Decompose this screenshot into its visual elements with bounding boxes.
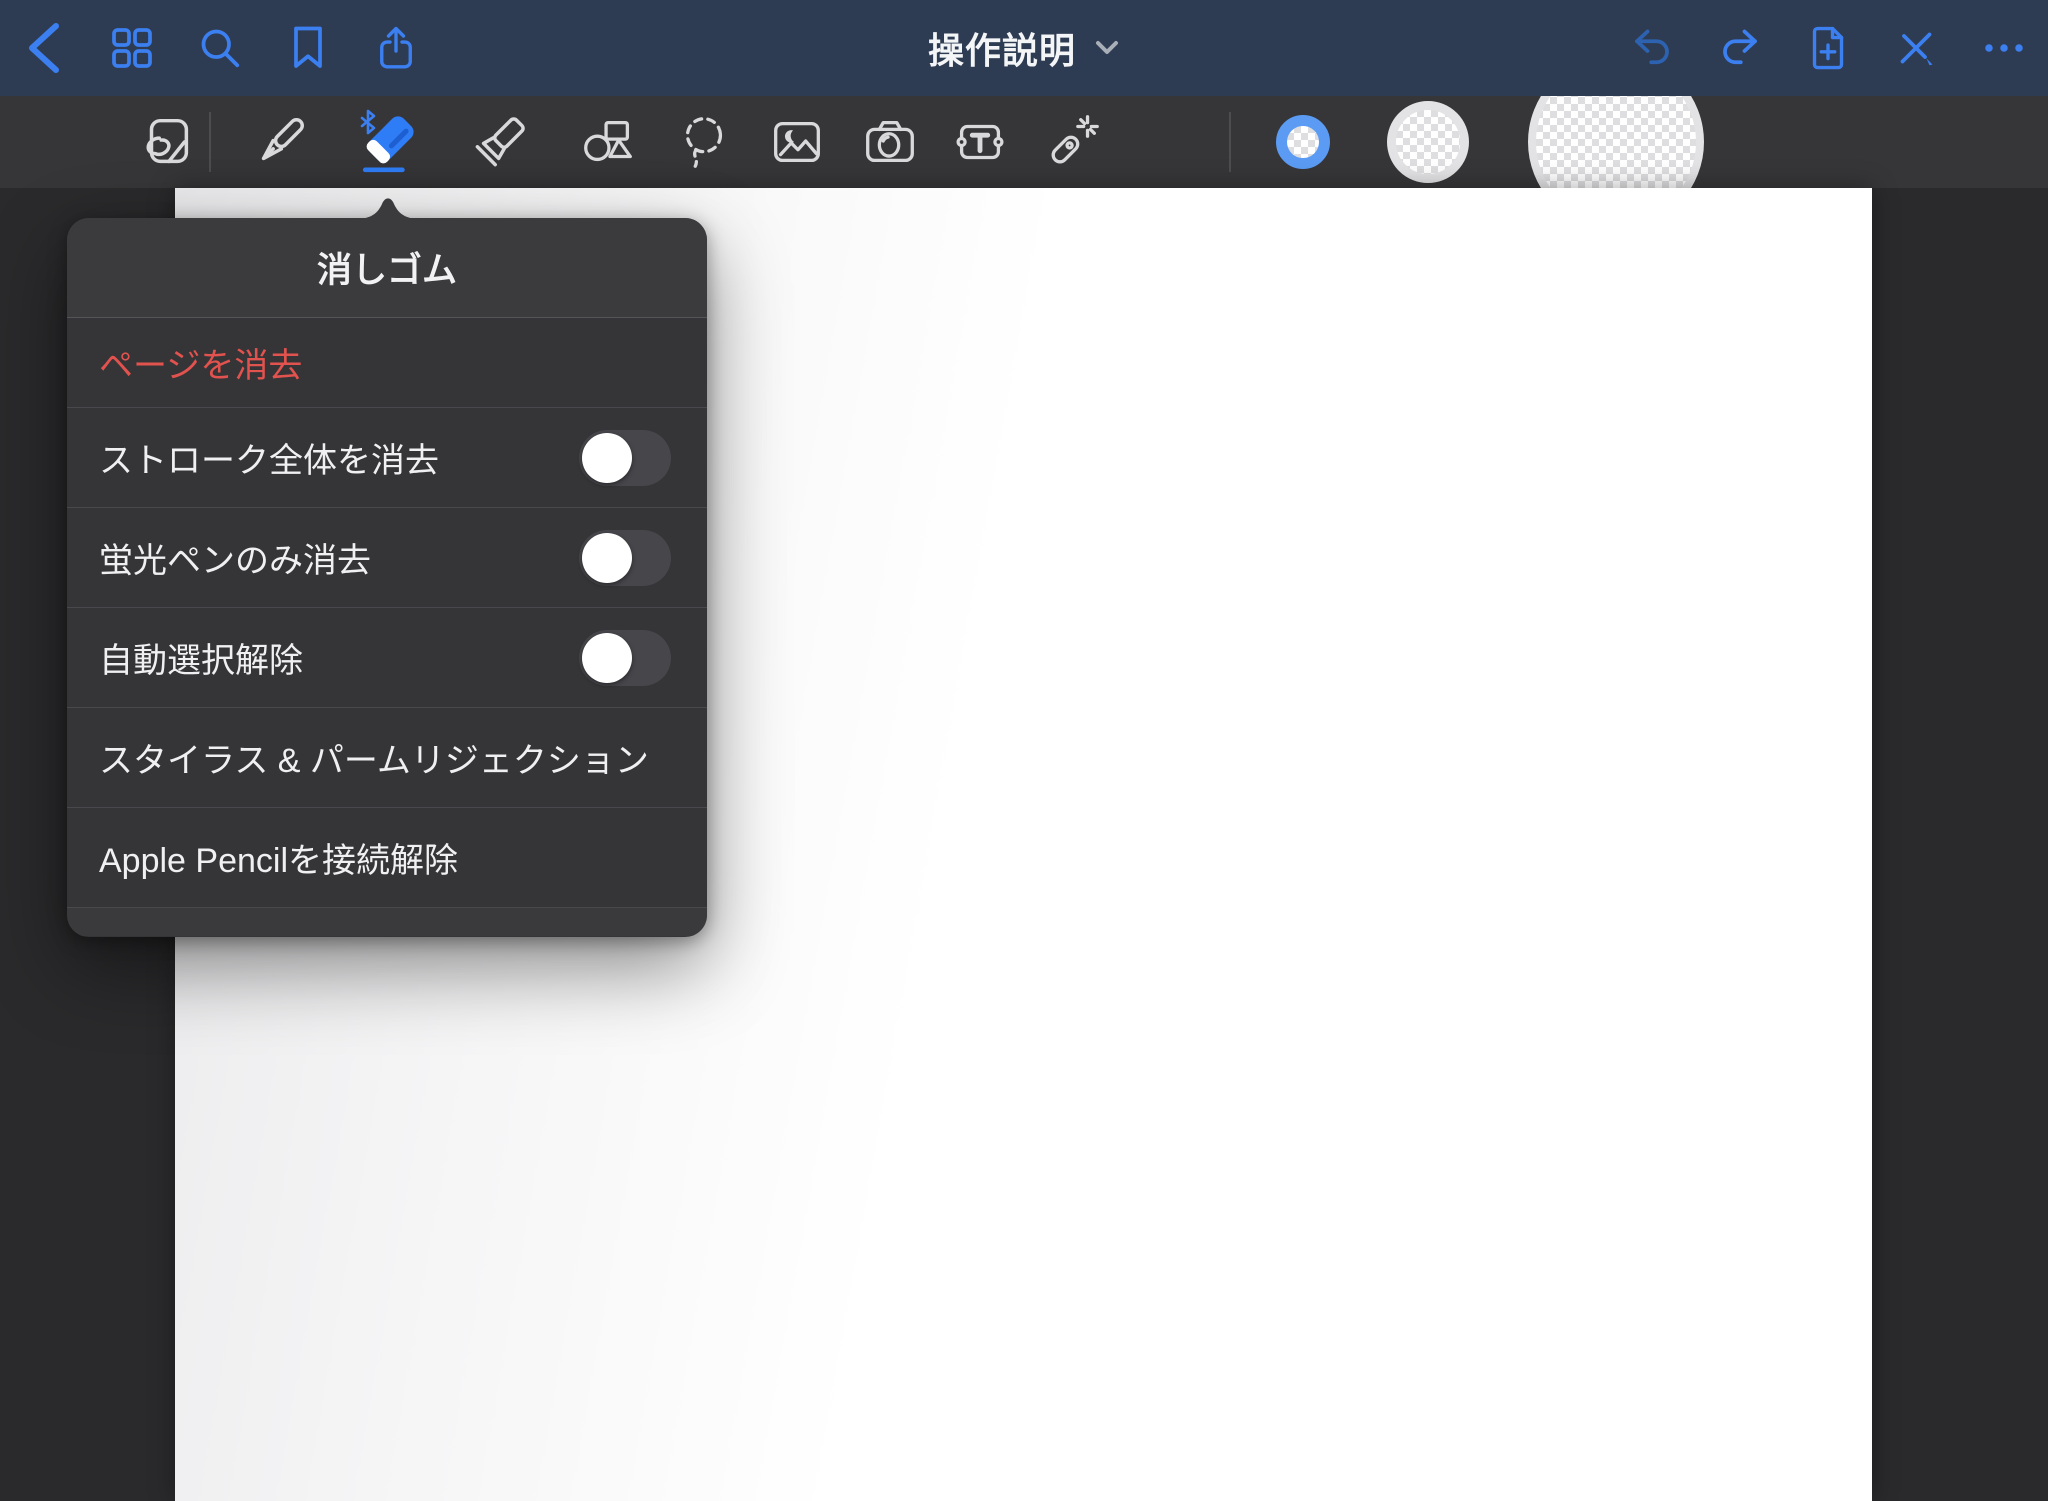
menu-item-auto-deselect[interactable]: 自動選択解除 — [67, 607, 707, 707]
scroll-page-icon — [136, 111, 198, 173]
menu-item-stylus-palm-rejection[interactable]: スタイラス & パームリジェクション — [67, 707, 707, 807]
eraser-size-small-selected[interactable] — [1276, 115, 1330, 169]
bluetooth-icon — [359, 109, 377, 135]
erase-highlighter-only-toggle-off[interactable] — [579, 530, 671, 586]
menu-item-erase-page[interactable]: ページを消去 — [67, 318, 707, 407]
document-title-button[interactable]: 操作説明 — [928, 0, 1120, 96]
tool-image[interactable] — [764, 109, 830, 175]
tool-camera[interactable] — [857, 109, 923, 175]
pencil-cross-icon — [1892, 22, 1940, 74]
tool-lasso[interactable] — [670, 109, 736, 175]
popup-arrow — [355, 191, 421, 219]
ellipsis-icon — [1980, 22, 2028, 74]
tool-shapes[interactable] — [575, 109, 641, 175]
laser-pointer-icon — [1042, 111, 1104, 173]
tool-laser-pointer[interactable] — [1040, 109, 1106, 175]
toggle-knob — [582, 633, 632, 683]
toolbar-separator — [1229, 112, 1231, 172]
back-button[interactable] — [20, 18, 68, 78]
more-options-button[interactable] — [1980, 18, 2028, 78]
bookmark-button[interactable] — [284, 18, 332, 78]
chevron-down-icon — [1094, 39, 1120, 57]
text-icon — [949, 111, 1011, 173]
toggle-knob — [582, 533, 632, 583]
redo-button[interactable] — [1716, 18, 1764, 78]
search-icon — [196, 22, 244, 74]
undo-button[interactable] — [1628, 18, 1676, 78]
tool-text[interactable] — [947, 109, 1013, 175]
undo-icon — [1628, 22, 1676, 74]
search-button[interactable] — [196, 18, 244, 78]
app-screen: 操作説明 — [0, 0, 2048, 1501]
topbar-left-group — [0, 18, 420, 78]
shapes-icon — [577, 111, 639, 173]
eraser-size-medium[interactable] — [1387, 101, 1469, 183]
drawing-toolbar — [0, 96, 2048, 188]
toolbar-separator — [209, 112, 211, 172]
document-title: 操作説明 — [928, 22, 1076, 74]
bookmark-icon — [284, 21, 332, 75]
redo-icon — [1716, 22, 1764, 74]
menu-item-erase-highlighter-only[interactable]: 蛍光ペンのみ消去 — [67, 507, 707, 607]
tool-highlighter[interactable] — [467, 109, 533, 175]
popup-title: 消しゴム — [317, 242, 457, 293]
popup-footer — [67, 907, 707, 936]
pages-overview-button[interactable] — [108, 18, 156, 78]
camera-icon — [859, 111, 921, 173]
lasso-icon — [672, 111, 734, 173]
toggle-knob — [582, 433, 632, 483]
top-navigation-bar: 操作説明 — [0, 0, 2048, 96]
auto-deselect-toggle-off[interactable] — [579, 630, 671, 686]
grid-icon — [108, 22, 156, 74]
popup-header: 消しゴム — [67, 218, 707, 318]
eraser-size-large[interactable] — [1528, 96, 1704, 188]
chevron-left-icon — [24, 20, 64, 76]
highlighter-icon — [469, 111, 531, 173]
eraser-options-popup: 消しゴム ページを消去 ストローク全体を消去 蛍光ペンのみ消去 自動選択解除 ス… — [67, 218, 707, 937]
erase-entire-stroke-toggle-off[interactable] — [579, 430, 671, 486]
image-icon — [766, 111, 828, 173]
topbar-right-group — [1628, 18, 2048, 78]
add-page-icon — [1804, 20, 1852, 76]
pen-mode-toggle-button[interactable] — [1892, 18, 1940, 78]
add-page-button[interactable] — [1804, 18, 1852, 78]
tool-scroll-page-mode[interactable] — [134, 109, 200, 175]
share-button[interactable] — [372, 18, 420, 78]
menu-item-disconnect-apple-pencil[interactable]: Apple Pencilを接続解除 — [67, 807, 707, 907]
menu-item-erase-entire-stroke[interactable]: ストローク全体を消去 — [67, 407, 707, 507]
tool-pen[interactable] — [247, 109, 313, 175]
pen-icon — [249, 111, 311, 173]
tool-eraser-selected[interactable] — [357, 109, 423, 175]
share-icon — [372, 20, 420, 76]
